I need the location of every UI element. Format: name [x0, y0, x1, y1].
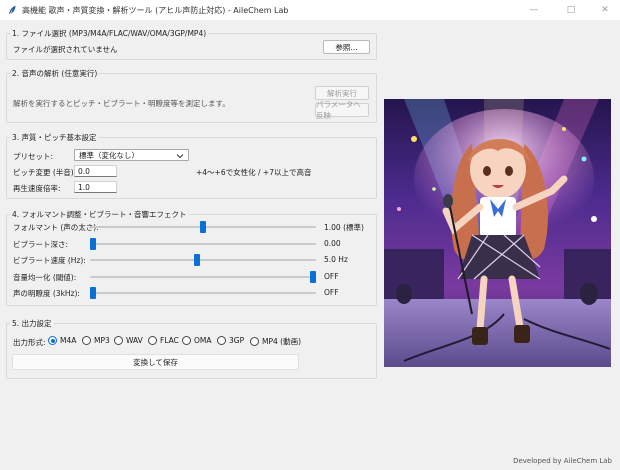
illustration-art [384, 99, 611, 367]
slider-label: ビブラート速度 (Hz): [13, 256, 86, 265]
browse-button[interactable]: 参照... [323, 40, 370, 54]
window-title: 高機能 歌声・声質変換・解析ツール (アヒル声防止対応) - AileChem … [22, 5, 289, 15]
slider-thumb[interactable] [310, 271, 316, 283]
output-legend: 5. 出力設定 [10, 318, 54, 329]
radio-label: OMA [194, 336, 212, 345]
radio-label: FLAC [160, 336, 179, 345]
radio-circle[interactable] [114, 336, 123, 345]
slider-thumb[interactable] [90, 287, 96, 299]
slider-value: OFF [324, 288, 339, 297]
voice-pitch-legend: 3. 声質・ピッチ基本設定 [10, 132, 99, 143]
format-radio-flac[interactable]: FLAC [148, 336, 179, 345]
analysis-legend: 2. 音声の解析 (任意実行) [10, 68, 100, 79]
format-radio-mp4[interactable]: MP4 (動画) [250, 336, 301, 347]
radio-label: MP3 [94, 336, 110, 345]
slider-thumb[interactable] [200, 221, 206, 233]
slider-label: ビブラート深さ: [13, 240, 69, 249]
slider-value: 1.00 (標準) [324, 223, 364, 232]
radio-label: M4A [60, 336, 77, 345]
slider-track[interactable] [90, 276, 316, 278]
slider-label: 声の明瞭度 (3kHz): [13, 289, 80, 298]
file-selection-legend: 1. ファイル選択 (MP3/M4A/FLAC/WAV/OMA/3GP/MP4) [10, 28, 209, 39]
slider-value: 0.00 [324, 239, 341, 248]
format-radio-wav[interactable]: WAV [114, 336, 143, 345]
close-button[interactable]: ✕ [590, 0, 620, 20]
radio-circle[interactable] [48, 336, 57, 345]
slider-label: 音量均一化 (閾値): [13, 273, 77, 282]
preset-select[interactable]: 標準（変化なし） [74, 149, 189, 161]
format-radio-3gp[interactable]: 3GP [217, 336, 244, 345]
format-radio-m4a[interactable]: M4A [48, 336, 76, 345]
slider-value: 5.0 Hz [324, 255, 348, 264]
apply-parameters-button[interactable]: パラメータへ反映 [315, 100, 369, 120]
slider-thumb[interactable] [90, 238, 96, 250]
pitch-label: ピッチ変更 (半音): [13, 168, 77, 177]
pitch-hint: +4～+6で女性化 / +7以上で高音 [196, 168, 312, 177]
pitch-input[interactable]: 0.0 [74, 165, 117, 177]
speed-label: 再生速度倍率: [13, 184, 61, 193]
radio-label: WAV [126, 336, 143, 345]
radio-label: 3GP [229, 336, 245, 345]
radio-circle[interactable] [182, 336, 191, 345]
slider-value: OFF [324, 272, 339, 281]
singer-illustration [384, 99, 611, 367]
preset-value: 標準（変化なし） [79, 150, 139, 160]
formant-effects-legend: 4. フォルマント調整・ビブラート・音響エフェクト [10, 209, 189, 220]
radio-circle[interactable] [250, 337, 259, 346]
analyze-button[interactable]: 解析実行 [315, 86, 369, 100]
slider-track[interactable] [90, 259, 316, 261]
preset-label: プリセット: [13, 152, 54, 161]
speed-input[interactable]: 1.0 [74, 181, 117, 193]
format-label: 出力形式: [13, 338, 46, 347]
output-group [6, 323, 377, 379]
slider-track[interactable] [90, 292, 316, 294]
feather-icon [9, 5, 16, 14]
slider-label: フォルマント (声の太さ): [13, 223, 99, 232]
radio-circle[interactable] [82, 336, 91, 345]
chevron-down-icon [176, 154, 184, 159]
slider-thumb[interactable] [194, 254, 201, 266]
format-radio-oma[interactable]: OMA [182, 336, 212, 345]
analysis-description: 解析を実行するとピッチ・ビブラート・明瞭度等を測定します。 [13, 99, 230, 108]
file-status-label: ファイルが選択されていません [13, 45, 118, 54]
convert-save-button[interactable]: 変換して保存 [12, 354, 299, 370]
footer-credit: Developed by AileChem Lab [513, 457, 612, 465]
slider-track[interactable] [90, 243, 316, 245]
radio-label: MP4 (動画) [262, 337, 302, 346]
minimize-button[interactable]: — [519, 0, 549, 20]
radio-circle[interactable] [217, 336, 226, 345]
format-radio-mp3[interactable]: MP3 [82, 336, 110, 345]
radio-circle[interactable] [148, 336, 157, 345]
maximize-button[interactable]: □ [556, 0, 586, 20]
